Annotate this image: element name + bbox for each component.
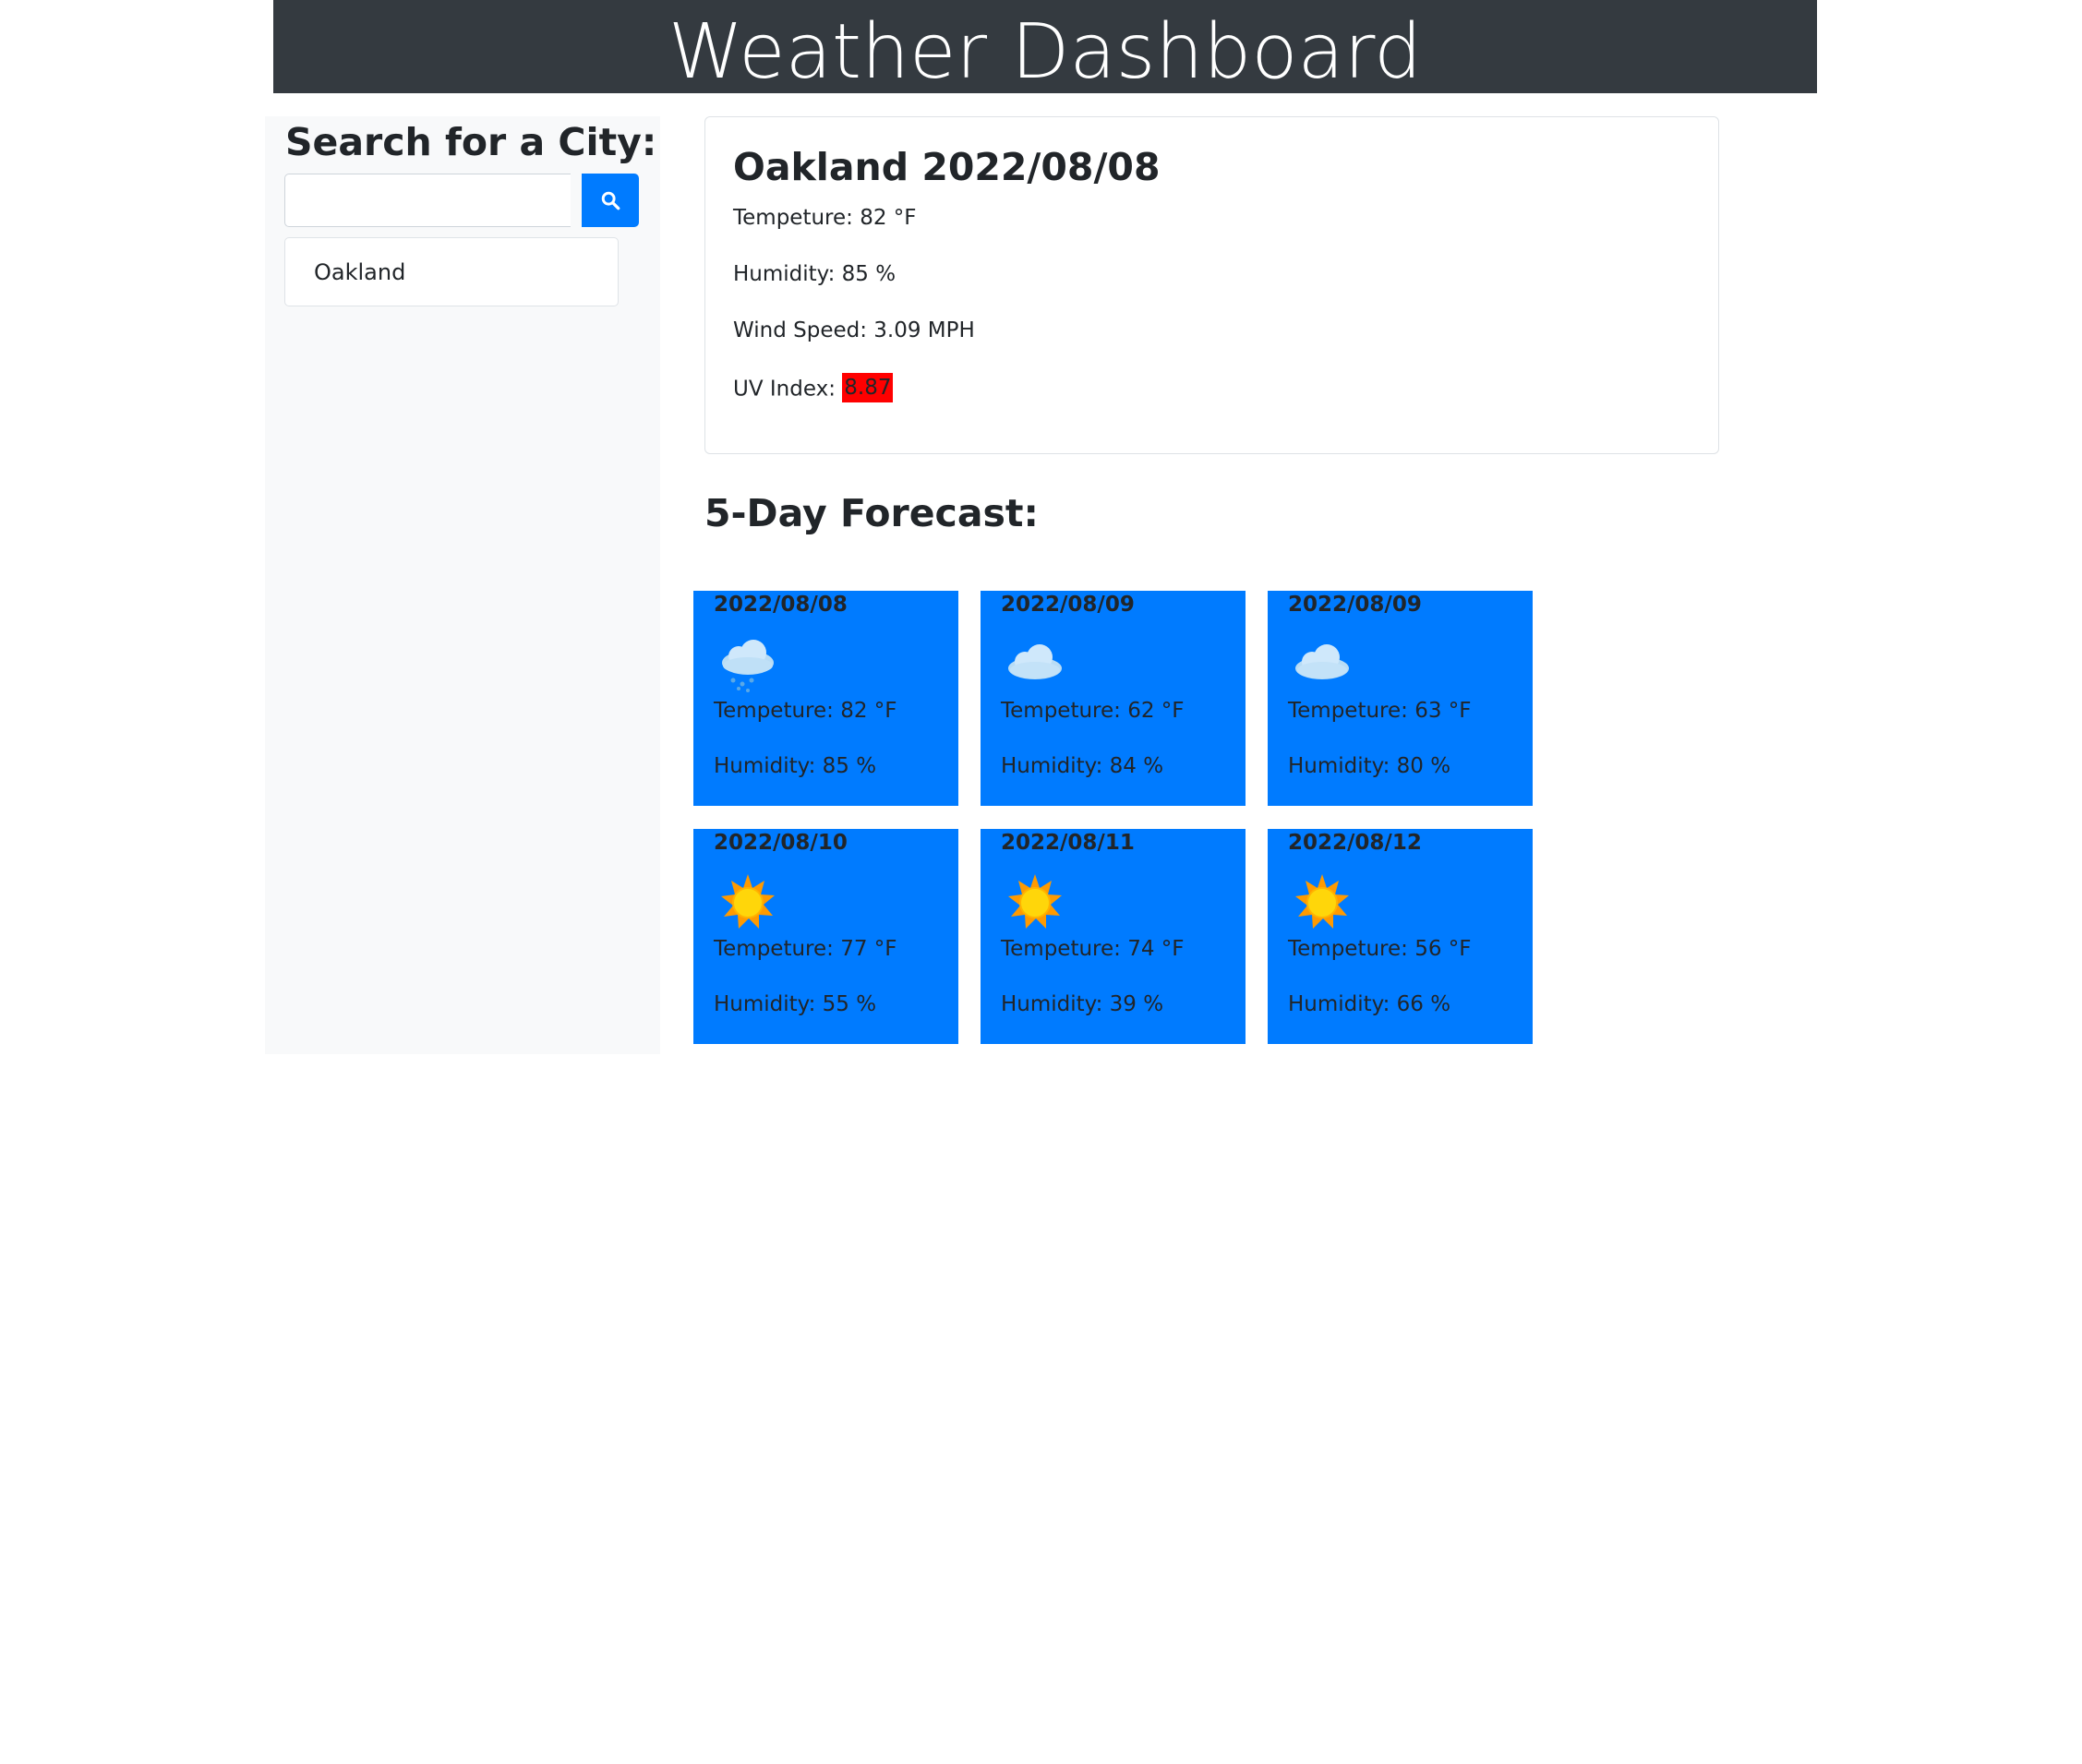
weather-icon — [1003, 631, 1067, 696]
forecast-card: 2022/08/09 Tempeture: 62 °F Humidity: 84… — [981, 591, 1246, 806]
page-title: Weather Dashboard — [668, 7, 1423, 96]
history-item-label: Oakland — [314, 258, 406, 285]
cloud-icon — [1295, 644, 1349, 679]
weather-icon — [1290, 631, 1354, 696]
forecast-date: 2022/08/08 — [714, 593, 848, 617]
search-history-list: Oakland — [284, 237, 619, 306]
search-history-item[interactable]: Oakland — [284, 237, 619, 306]
forecast-temperature: Tempeture: 56 °F — [1288, 937, 1472, 961]
forecast-card: 2022/08/10 Tempeture: 77 °F Humidity: 55… — [693, 829, 958, 1044]
forecast-temperature: Tempeture: 62 °F — [1001, 699, 1185, 723]
forecast-card: 2022/08/12 Tempeture: 56 °F Humidity: 66… — [1268, 829, 1533, 1044]
forecast-humidity: Humidity: 66 % — [1288, 992, 1451, 1016]
search-title: Search for a City: — [285, 120, 657, 164]
forecast-humidity: Humidity: 55 % — [714, 992, 877, 1016]
weather-icon — [1290, 870, 1354, 934]
forecast-temperature: Tempeture: 63 °F — [1288, 699, 1472, 723]
uv-index-badge: 8.87 — [842, 373, 894, 402]
sun-icon — [721, 874, 775, 929]
forecast-date: 2022/08/09 — [1288, 593, 1422, 617]
forecast-temperature: Tempeture: 77 °F — [714, 937, 897, 961]
current-uv-row: UV Index: 8.87 — [733, 373, 894, 404]
sun-icon — [1008, 874, 1062, 929]
weather-icon — [716, 870, 780, 934]
forecast-grid: 2022/08/08 Tempeture: 82 °F Humidity: 85… — [693, 591, 1533, 1044]
current-humidity: Humidity: 85 % — [733, 262, 897, 286]
forecast-date: 2022/08/11 — [1001, 831, 1135, 855]
current-weather-card: Oakland 2022/08/08 Tempeture: 82 °F Humi… — [704, 116, 1719, 454]
current-wind-speed: Wind Speed: 3.09 MPH — [733, 318, 975, 342]
current-temperature: Tempeture: 82 °F — [733, 206, 917, 230]
current-city-date: Oakland 2022/08/08 — [733, 145, 1161, 189]
forecast-humidity: Humidity: 85 % — [714, 754, 877, 778]
forecast-card: 2022/08/09 Tempeture: 63 °F Humidity: 80… — [1268, 591, 1533, 806]
forecast-humidity: Humidity: 80 % — [1288, 754, 1451, 778]
app-header: Weather Dashboard — [273, 0, 1817, 93]
search-button[interactable] — [582, 174, 639, 227]
weather-icon — [716, 631, 780, 696]
weather-icon — [1003, 870, 1067, 934]
forecast-date: 2022/08/12 — [1288, 831, 1422, 855]
sidebar: Search for a City: Oakland — [265, 116, 660, 1054]
cloud-icon — [1008, 644, 1062, 679]
sun-icon — [1295, 874, 1349, 929]
forecast-date: 2022/08/09 — [1001, 593, 1135, 617]
forecast-title: 5-Day Forecast: — [704, 491, 1039, 535]
uv-label: UV Index: — [733, 377, 843, 402]
forecast-card: 2022/08/11 Tempeture: 74 °F Humidity: 39… — [981, 829, 1246, 1044]
forecast-humidity: Humidity: 39 % — [1001, 992, 1164, 1016]
forecast-date: 2022/08/10 — [714, 831, 848, 855]
search-icon — [601, 191, 620, 210]
rain-cloud-icon — [722, 640, 774, 692]
forecast-temperature: Tempeture: 82 °F — [714, 699, 897, 723]
city-search-input[interactable] — [284, 174, 571, 227]
forecast-humidity: Humidity: 84 % — [1001, 754, 1164, 778]
forecast-temperature: Tempeture: 74 °F — [1001, 937, 1185, 961]
forecast-card: 2022/08/08 Tempeture: 82 °F Humidity: 85… — [693, 591, 958, 806]
